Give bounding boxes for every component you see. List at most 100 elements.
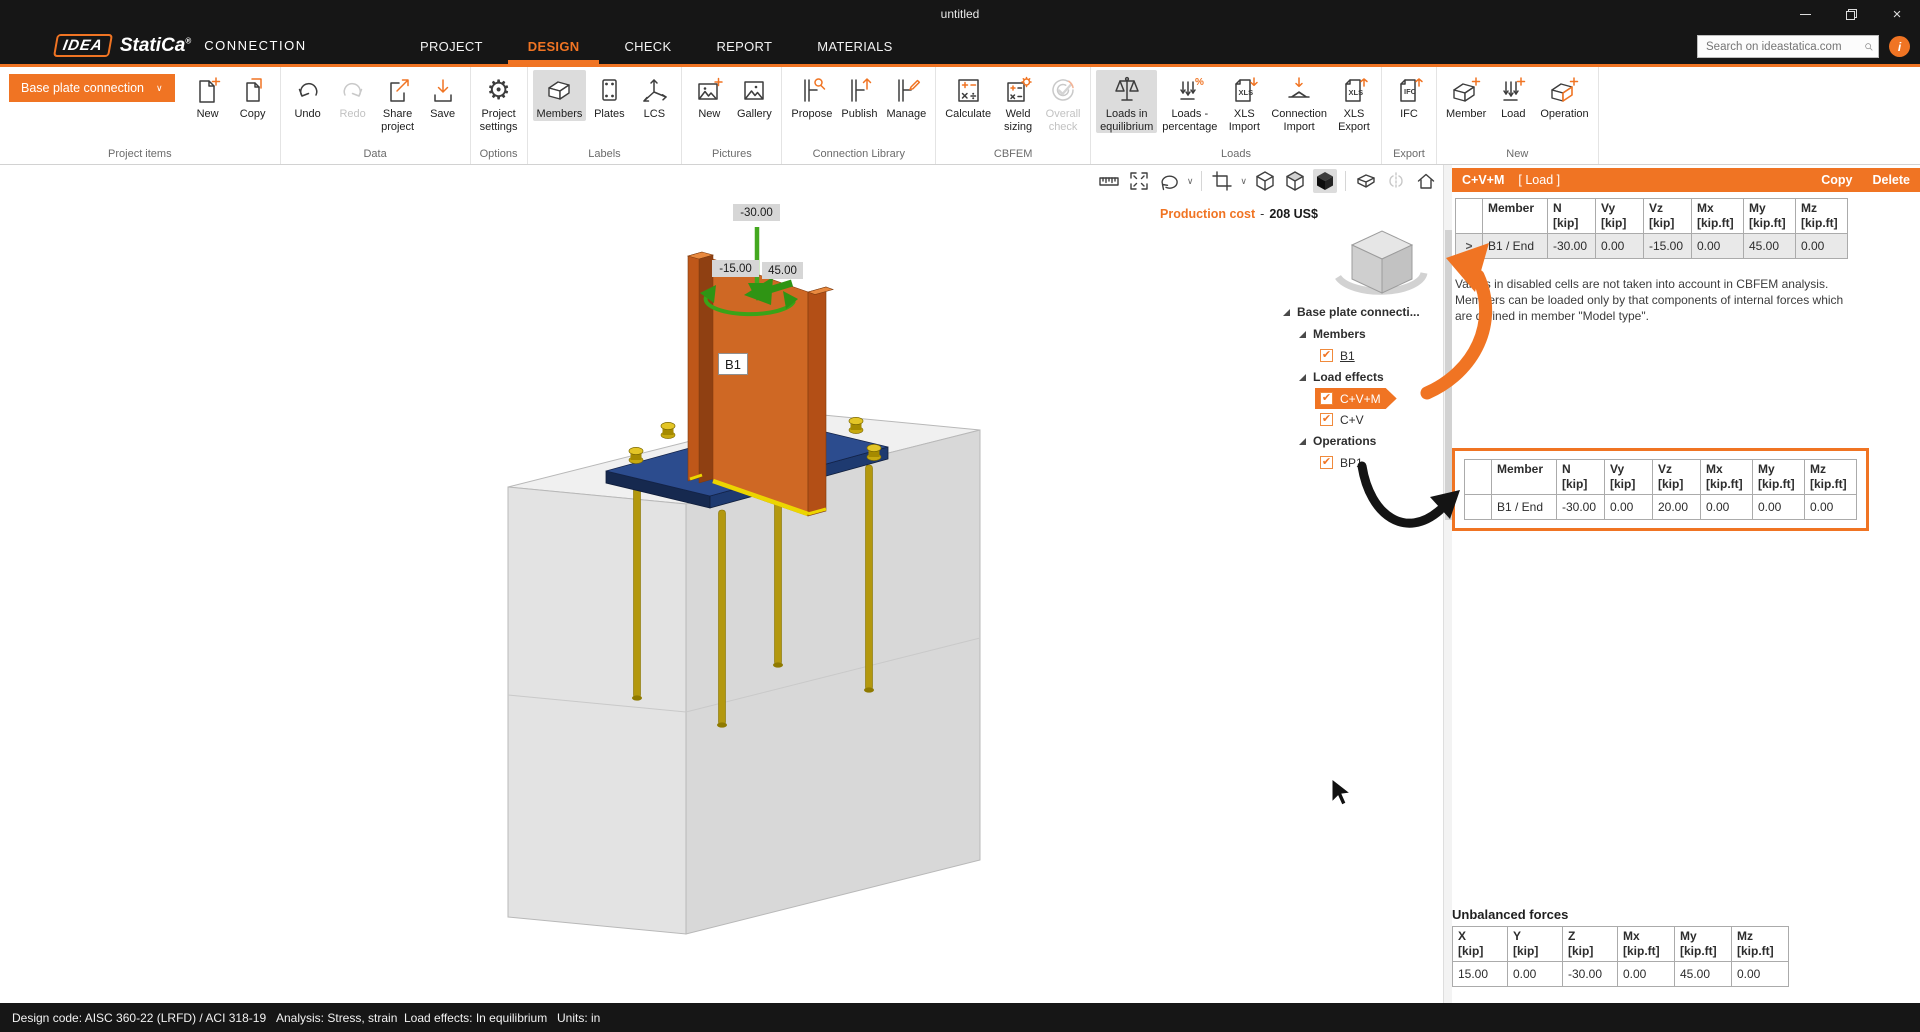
project-settings-button[interactable]: ⚙ Project settings (476, 70, 522, 133)
ribbon-group-pictures: New Gallery Pictures (682, 67, 782, 164)
tab-report[interactable]: REPORT (716, 29, 772, 64)
navigation-cube[interactable] (1338, 231, 1424, 293)
new-operation-button[interactable]: Operation (1536, 70, 1592, 121)
loads-percentage-button[interactable]: % Loads - percentage (1158, 70, 1221, 133)
propose-button[interactable]: Propose (787, 70, 836, 121)
statica-logo: StatiCa® (120, 35, 191, 57)
calculate-button[interactable]: Calculate (941, 70, 995, 121)
checkbox-checked-icon[interactable]: ✔ (1320, 392, 1333, 405)
measure-icon[interactable] (1097, 169, 1121, 193)
expander-icon[interactable] (1299, 374, 1306, 381)
shear-force-label[interactable]: -15.00 (712, 260, 759, 277)
checkbox-checked-icon[interactable]: ✔ (1320, 413, 1333, 426)
moment-label[interactable]: 45.00 (762, 262, 803, 279)
delete-load-button[interactable]: Delete (1872, 173, 1910, 187)
mx-cell[interactable]: 0.00 (1701, 495, 1753, 520)
viewport-3d[interactable]: ∨ ∨ Production cost-208 US$ (0, 165, 1443, 1003)
rotate-options-chevron-icon[interactable]: ∨ (1187, 177, 1194, 186)
scrollbar-thumb[interactable] (1445, 230, 1452, 520)
redo-button[interactable]: Redo (331, 70, 375, 121)
new-project-item-button[interactable]: New (186, 70, 230, 121)
vz-cell[interactable]: -15.00 (1644, 234, 1692, 259)
wireframe-view-icon[interactable] (1253, 169, 1277, 193)
status-units[interactable]: Units: in (557, 1011, 600, 1025)
solid-view-icon[interactable] (1313, 169, 1337, 193)
hidden-line-view-icon[interactable] (1283, 169, 1307, 193)
labels-lcs-toggle[interactable]: LCS (632, 70, 676, 121)
new-load-button[interactable]: Load (1491, 70, 1535, 121)
vz-cell[interactable]: 20.00 (1653, 495, 1701, 520)
home-view-icon[interactable] (1414, 169, 1438, 193)
checkbox-checked-icon[interactable]: ✔ (1320, 349, 1333, 362)
vy-cell[interactable]: 0.00 (1605, 495, 1653, 520)
tree-root-connection[interactable]: Base plate connecti... (1283, 301, 1441, 323)
close-button[interactable]: × (1874, 0, 1920, 29)
tree-group-members[interactable]: Members (1283, 323, 1441, 345)
mx-cell[interactable]: 0.00 (1692, 234, 1744, 259)
status-load-effects[interactable]: Load effects: In equilibrium (404, 1011, 547, 1025)
tab-design[interactable]: DESIGN (528, 29, 580, 64)
vy-cell[interactable]: 0.00 (1596, 234, 1644, 259)
tree-group-load-effects[interactable]: Load effects (1283, 366, 1441, 388)
overall-check-button[interactable]: Overall check (1041, 70, 1085, 133)
minimize-button[interactable] (1782, 0, 1828, 29)
gallery-button[interactable]: Gallery (732, 70, 776, 121)
undo-button[interactable]: Undo (286, 70, 330, 121)
rotate-view-icon[interactable] (1157, 169, 1181, 193)
tree-item-cvm[interactable]: ✔ C+V+M (1315, 388, 1397, 409)
mz-cell[interactable]: 0.00 (1805, 495, 1857, 520)
copy-project-item-button[interactable]: Copy (231, 70, 275, 121)
axial-force-label[interactable]: -30.00 (733, 204, 780, 221)
loads-in-equilibrium-toggle[interactable]: Loads in equilibrium (1096, 70, 1157, 133)
my-cell[interactable]: 0.00 (1753, 495, 1805, 520)
restore-button[interactable] (1828, 0, 1874, 29)
tree-item-b1[interactable]: ✔ B1 (1315, 345, 1360, 366)
n-cell[interactable]: -30.00 (1548, 234, 1596, 259)
my-cell[interactable]: 45.00 (1744, 234, 1796, 259)
panel-scrollbar[interactable] (1443, 165, 1452, 1003)
tab-materials[interactable]: MATERIALS (817, 29, 892, 64)
search-input[interactable] (1698, 41, 1864, 53)
new-picture-button[interactable]: New (687, 70, 731, 121)
mirror-view-icon[interactable] (1384, 169, 1408, 193)
copy-load-button[interactable]: Copy (1821, 173, 1852, 187)
labels-members-toggle[interactable]: Members (533, 70, 587, 121)
status-design-code[interactable]: Design code: AISC 360-22 (LRFD) / ACI 31… (12, 1011, 266, 1025)
tree-item-bp1[interactable]: ✔ BP1 (1315, 452, 1368, 473)
manage-button[interactable]: Manage (882, 70, 930, 121)
clip-view-icon[interactable] (1354, 169, 1378, 193)
share-project-button[interactable]: Share project (376, 70, 420, 133)
info-button[interactable]: i (1889, 36, 1910, 57)
n-cell[interactable]: -30.00 (1557, 495, 1605, 520)
viewport-3d-scene[interactable] (0, 165, 1443, 1003)
expander-icon[interactable] (1299, 438, 1306, 445)
section-crop-icon[interactable] (1210, 169, 1234, 193)
ribbon-group-label: Connection Library (785, 147, 932, 164)
zoom-fit-icon[interactable] (1127, 169, 1151, 193)
ifc-export-button[interactable]: IFC IFC (1387, 70, 1431, 121)
row-expander[interactable]: > (1456, 234, 1483, 259)
unbalanced-forces-table: X[kip] Y[kip] Z[kip] Mx[kip.ft] My[kip.f… (1452, 926, 1789, 987)
status-analysis[interactable]: Analysis: Stress, strain (276, 1011, 397, 1025)
xls-import-button[interactable]: XLS XLS Import (1222, 70, 1266, 133)
tab-project[interactable]: PROJECT (420, 29, 483, 64)
axes-icon (639, 72, 669, 108)
expander-icon[interactable] (1299, 331, 1306, 338)
save-button[interactable]: Save (421, 70, 465, 121)
tree-group-operations[interactable]: Operations (1283, 430, 1441, 452)
connection-type-dropdown[interactable]: Base plate connection ∨ (9, 74, 175, 102)
new-member-button[interactable]: Member (1442, 70, 1490, 121)
checkbox-checked-icon[interactable]: ✔ (1320, 456, 1333, 469)
mz-cell[interactable]: 0.00 (1796, 234, 1848, 259)
weld-sizing-button[interactable]: Weld sizing (996, 70, 1040, 133)
xls-export-button[interactable]: XLS XLS Export (1332, 70, 1376, 133)
section-options-chevron-icon[interactable]: ∨ (1240, 177, 1247, 186)
labels-plates-toggle[interactable]: Plates (587, 70, 631, 121)
ribbon-group-options: ⚙ Project settings Options (471, 67, 528, 164)
publish-button[interactable]: Publish (837, 70, 881, 121)
connection-import-button[interactable]: Connection Import (1267, 70, 1331, 133)
expander-icon[interactable] (1283, 309, 1290, 316)
member-label[interactable]: B1 (718, 353, 748, 375)
tree-item-cv[interactable]: ✔ C+V (1315, 409, 1369, 430)
tab-check[interactable]: CHECK (624, 29, 671, 64)
